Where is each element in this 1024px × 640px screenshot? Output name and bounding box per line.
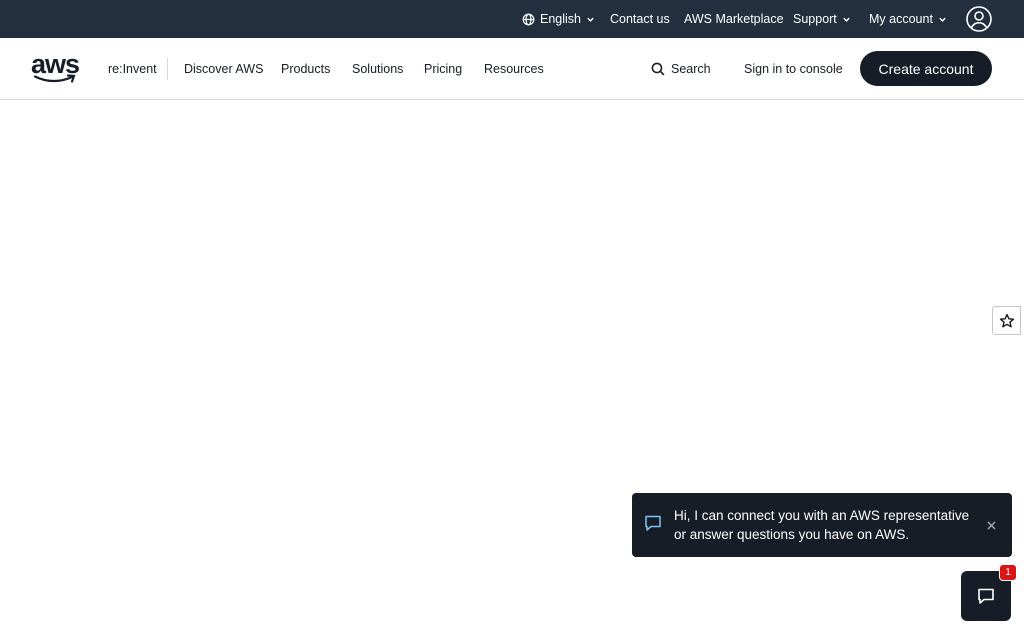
- smile-arrow-icon: [33, 74, 76, 83]
- language-label: English: [540, 12, 581, 26]
- language-selector[interactable]: English: [522, 0, 595, 38]
- search-icon: [651, 62, 665, 76]
- chat-bubble-icon: [645, 515, 661, 531]
- favorite-button[interactable]: [992, 306, 1021, 335]
- support-menu[interactable]: Support: [793, 0, 851, 38]
- support-label: Support: [793, 12, 837, 26]
- my-account-menu[interactable]: My account: [869, 0, 947, 38]
- chat-message: Hi, I can connect you with an AWS repres…: [674, 508, 970, 542]
- chevron-down-icon: [843, 17, 850, 22]
- search-label: Search: [671, 61, 711, 76]
- chat-bubble-icon: [978, 588, 994, 604]
- nav-resources[interactable]: Resources: [484, 38, 544, 99]
- nav-discover-aws[interactable]: Discover AWS: [184, 38, 263, 99]
- sign-in-console-link[interactable]: Sign in to console: [744, 38, 843, 99]
- star-icon: [999, 313, 1014, 328]
- marketplace-link[interactable]: AWS Marketplace: [684, 0, 784, 38]
- contact-us-link[interactable]: Contact us: [610, 0, 670, 38]
- chevron-down-icon: [587, 17, 594, 22]
- utility-bar: English Contact us AWS Marketplace Suppo…: [0, 0, 1024, 38]
- chat-prompt-popup[interactable]: Hi, I can connect you with an AWS repres…: [632, 493, 1012, 557]
- my-account-label: My account: [869, 12, 933, 26]
- profile-button[interactable]: [966, 0, 992, 38]
- globe-icon: [522, 13, 535, 25]
- close-chat-popup-button[interactable]: [983, 517, 999, 533]
- notification-badge: 1: [999, 564, 1017, 581]
- nav-products[interactable]: Products: [281, 38, 330, 99]
- chevron-down-icon: [939, 17, 946, 22]
- nav-pricing[interactable]: Pricing: [424, 38, 462, 99]
- create-account-button[interactable]: Create account: [860, 51, 992, 86]
- search-button[interactable]: Search: [651, 38, 711, 99]
- close-icon: [986, 520, 996, 530]
- nav-reinvent[interactable]: re:Invent: [108, 38, 157, 99]
- main-navigation: aws re:Invent Discover AWS Products Solu…: [0, 38, 1024, 100]
- user-profile-icon: [966, 6, 992, 32]
- nav-divider: [167, 58, 168, 80]
- aws-logo[interactable]: aws: [31, 49, 80, 83]
- nav-solutions[interactable]: Solutions: [352, 38, 403, 99]
